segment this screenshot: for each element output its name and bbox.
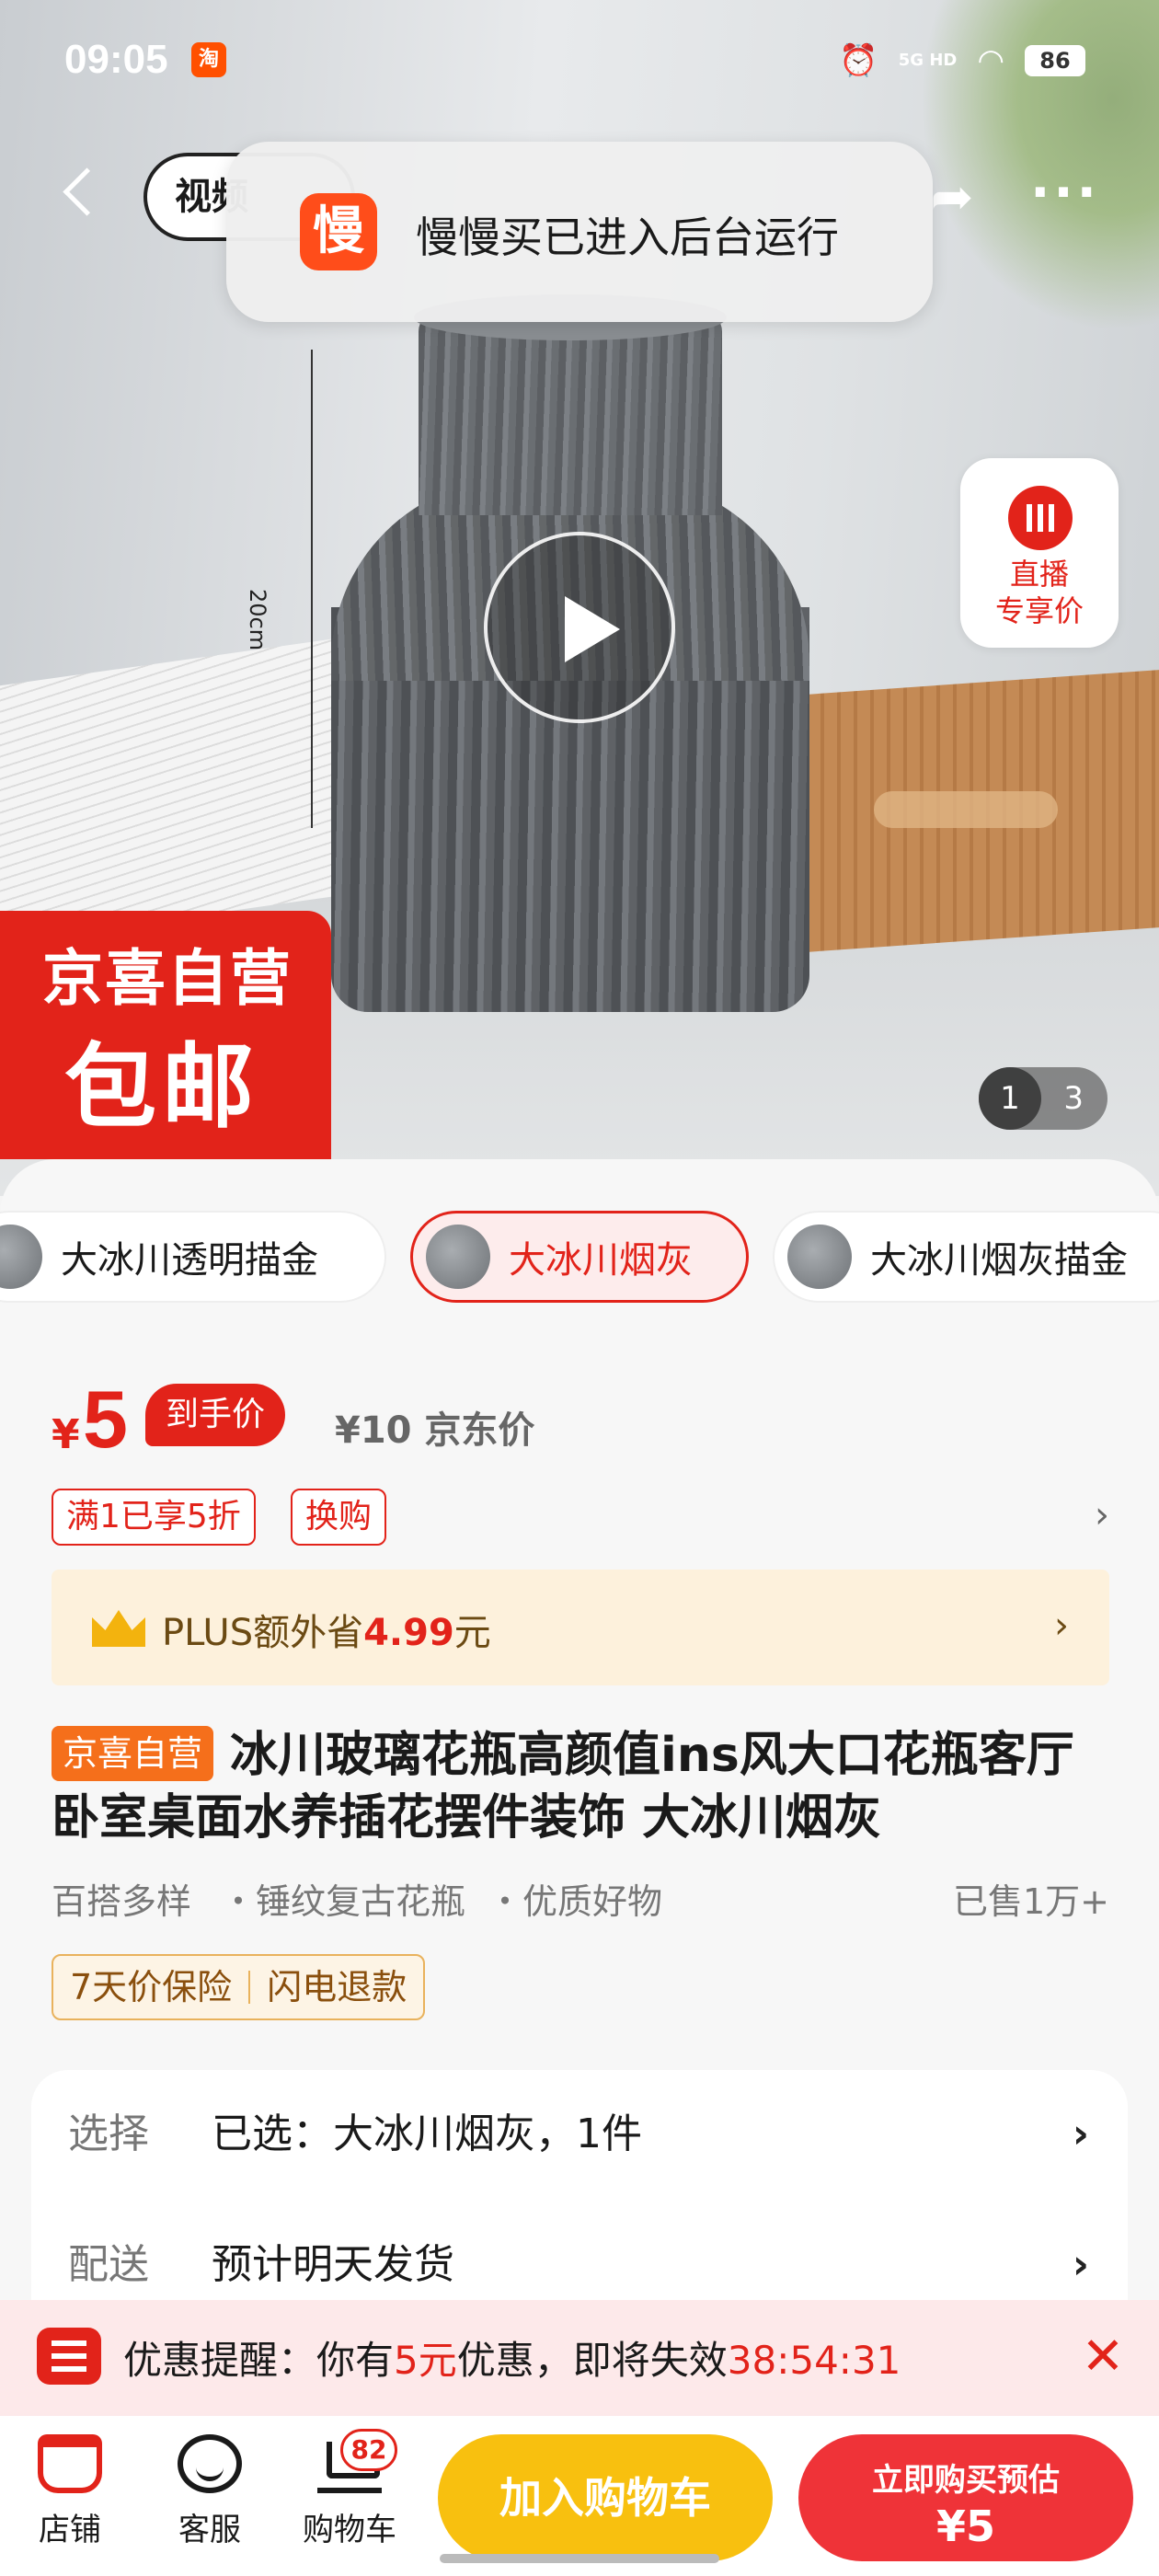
- service-label: 客服: [178, 2512, 241, 2548]
- variant-label: 大冰川透明描金: [61, 1239, 318, 1282]
- coupon-reminder-banner[interactable]: 优惠提醒：你有5元优惠，即将失效38:54:31 ✕: [0, 2300, 1159, 2416]
- back-icon[interactable]: [55, 162, 101, 226]
- jd-shipping-badge: 京喜自营 包邮: [0, 911, 331, 1159]
- plus-suffix: 元: [453, 1612, 491, 1654]
- product-title: 京喜自营 冰川玻璃花瓶高颜值ins风大口花瓶客厅卧室桌面水养插花摆件装饰 大冰川烟…: [52, 1724, 1109, 1849]
- live-icon: [1008, 486, 1073, 550]
- plus-amount: 4.99: [363, 1612, 454, 1654]
- promo-tag-discount: 满1已享5折: [52, 1489, 256, 1546]
- guarantee-fast-refund: 闪电退款: [267, 1967, 407, 2007]
- chevron-right-icon: ›: [1072, 2241, 1089, 2288]
- variant-chip-selected[interactable]: 大冰川烟灰: [410, 1211, 749, 1303]
- close-icon[interactable]: ✕: [1071, 2320, 1135, 2394]
- variant-chip[interactable]: 大冰川透明描金: [0, 1211, 386, 1303]
- final-price-tag: 到手价: [145, 1384, 286, 1446]
- home-indicator[interactable]: [440, 2554, 719, 2563]
- variant-chip[interactable]: 大冰川烟灰描金: [773, 1211, 1159, 1303]
- buy-now-label: 立即购买预估: [872, 2462, 1060, 2499]
- play-video-button[interactable]: [484, 532, 675, 723]
- badge-line1: 京喜自营: [42, 943, 293, 1014]
- cart-label: 购物车: [303, 2512, 396, 2548]
- badge-line2: 包邮: [64, 1033, 259, 1141]
- sold-count: 已售1万+: [952, 1881, 1109, 1922]
- crown-icon: [92, 1610, 145, 1647]
- dimension-line: [311, 350, 313, 828]
- buy-now-button[interactable]: 立即购买预估 ¥5: [798, 2434, 1133, 2561]
- status-bar: 09:05 淘 ⏰ 5G HD ◠ 86: [0, 0, 1159, 120]
- bottom-action-bar: 店铺 客服 购物车 82 加入购物车 立即购买预估 ¥5: [0, 2416, 1159, 2576]
- image-total: 3: [1063, 1080, 1084, 1117]
- dimension-label: 20cm: [245, 589, 270, 651]
- reminder-countdown: 38:54:31: [727, 2338, 901, 2383]
- alarm-icon: ⏰: [839, 42, 878, 79]
- jd-price: ¥10 京东价: [335, 1409, 535, 1452]
- toast-message: 慢慢买已进入后台运行: [416, 213, 839, 262]
- feature-item: ・优质好物: [488, 1881, 663, 1922]
- wifi-icon: ◠: [977, 42, 1004, 79]
- customer-service-icon: [178, 2434, 242, 2493]
- live-line2: 专享价: [994, 593, 1084, 628]
- customer-service-button[interactable]: 客服: [145, 2434, 274, 2563]
- variant-selector: 大冰川透明描金 大冰川烟灰 大冰川烟灰描金: [0, 1211, 1159, 1321]
- feature-list: 百搭多样 ・锤纹复古花瓶 ・优质好物 已售1万+: [52, 1873, 1109, 1928]
- image-counter: 1 3: [979, 1067, 1107, 1130]
- chevron-right-icon: ›: [1072, 2110, 1089, 2157]
- coupon-icon: [37, 2328, 101, 2385]
- live-line1: 直播: [1009, 557, 1069, 592]
- promo-row[interactable]: 满1已享5折 换购 ›: [52, 1489, 1109, 1547]
- option-row-select[interactable]: 选择 已选：大冰川烟灰，1件 ›: [68, 2098, 1098, 2171]
- guarantee-price-protection: 7天价保险: [70, 1967, 233, 2007]
- option-label: 选择: [68, 2110, 149, 2157]
- promo-tag-exchange: 换购: [291, 1489, 387, 1546]
- shop-button[interactable]: 店铺: [6, 2434, 134, 2563]
- image-index: 1: [979, 1067, 1041, 1130]
- background-running-toast: 慢 慢慢买已进入后台运行: [226, 142, 933, 322]
- option-row-delivery[interactable]: 配送 预计明天发货 ›: [68, 2228, 1098, 2302]
- option-value: 已选：大冰川烟灰，1件: [212, 2110, 642, 2157]
- more-icon[interactable]: ···: [1028, 166, 1102, 230]
- feature-item: ・锤纹复古花瓶: [221, 1881, 466, 1922]
- option-label: 配送: [68, 2241, 149, 2288]
- live-price-bubble[interactable]: 直播 专享价: [960, 458, 1119, 648]
- final-price: 5: [83, 1374, 128, 1465]
- variant-thumbnail: [787, 1225, 852, 1289]
- plus-savings-banner[interactable]: PLUS额外省4.99元 ›: [52, 1570, 1109, 1685]
- service-guarantees[interactable]: 7天价保险 闪电退款: [52, 1954, 426, 2020]
- status-time: 09:05: [64, 37, 168, 82]
- currency-symbol: ¥: [52, 1411, 80, 1458]
- reminder-middle: 优惠，即将失效: [456, 2338, 728, 2383]
- price-row: ¥ 5 到手价 ¥10 京东价: [52, 1373, 1109, 1474]
- chevron-right-icon: ›: [1054, 1604, 1069, 1647]
- cart-count-badge: 82: [340, 2429, 397, 2471]
- variant-label: 大冰川烟灰描金: [870, 1239, 1128, 1282]
- taobao-app-icon: 淘: [191, 42, 226, 77]
- reminder-amount: 5元: [394, 2338, 457, 2383]
- shop-icon: [38, 2434, 102, 2493]
- variant-thumbnail: [426, 1225, 490, 1289]
- reminder-prefix: 优惠提醒：你有: [123, 2338, 395, 2383]
- shop-type-tag: 京喜自营: [52, 1726, 214, 1781]
- manmanmai-app-icon: 慢: [300, 193, 377, 270]
- network-indicator: 5G HD: [898, 51, 958, 70]
- chevron-right-icon: ›: [1095, 1494, 1109, 1536]
- battery-icon: 86: [1025, 45, 1085, 76]
- shop-label: 店铺: [39, 2512, 101, 2548]
- tray-ornament: [874, 791, 1058, 828]
- feature-item: 百搭多样: [52, 1881, 192, 1922]
- variant-thumbnail: [0, 1225, 42, 1289]
- buy-now-price: ¥5: [935, 2501, 995, 2551]
- plus-prefix: PLUS额外省: [162, 1612, 364, 1654]
- variant-label: 大冰川烟灰: [509, 1239, 693, 1282]
- add-to-cart-button[interactable]: 加入购物车: [438, 2434, 773, 2561]
- option-value: 预计明天发货: [212, 2241, 454, 2288]
